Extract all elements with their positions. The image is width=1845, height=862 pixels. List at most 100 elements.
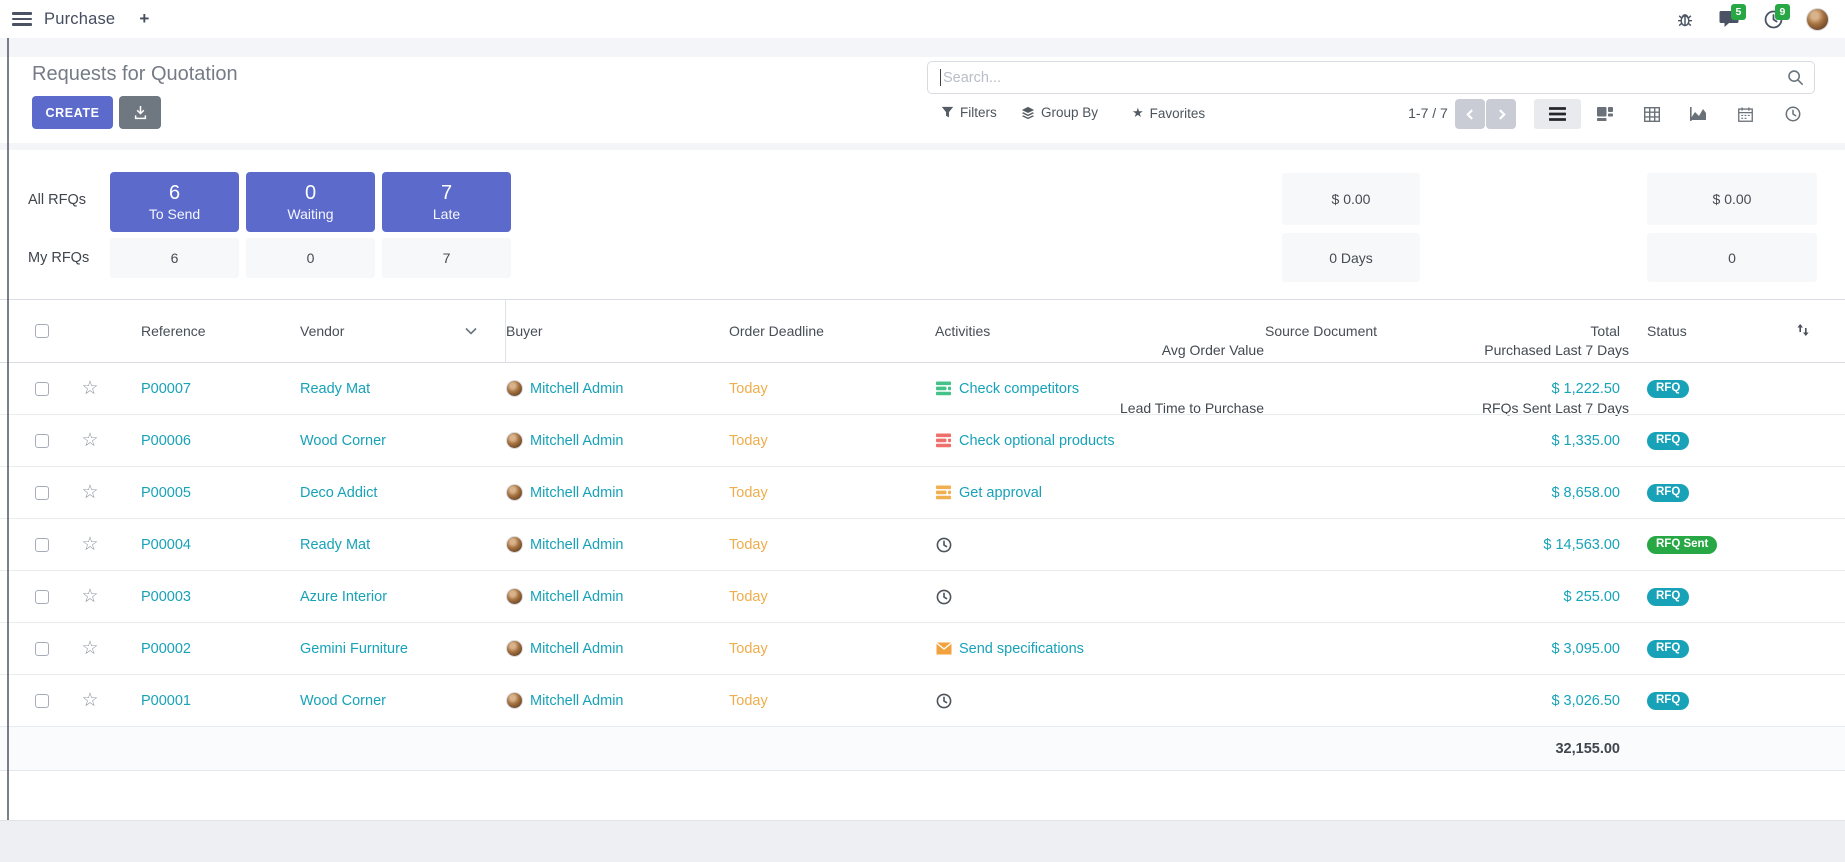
export-button[interactable] <box>119 96 161 129</box>
pager-range: 1-7 / 7 <box>1398 105 1458 121</box>
late-my-count[interactable]: 7 <box>382 238 511 278</box>
favorite-star-icon[interactable]: ☆ <box>81 534 98 555</box>
column-header-source-document[interactable]: Source Document <box>1265 323 1465 339</box>
row-checkbox[interactable] <box>35 538 49 552</box>
rfq-reference[interactable]: P00002 <box>114 641 300 657</box>
status-badge: RFQ <box>1647 588 1689 607</box>
row-checkbox[interactable] <box>35 590 49 604</box>
vendor-name[interactable]: Wood Corner <box>300 433 506 449</box>
clock-icon[interactable] <box>935 536 952 553</box>
favorite-star-icon[interactable]: ☆ <box>81 430 98 451</box>
apps-menu-icon[interactable] <box>12 12 32 26</box>
vendor-name[interactable]: Ready Mat <box>300 537 506 553</box>
pager-previous-button[interactable] <box>1455 99 1485 129</box>
table-row[interactable]: ☆ P00003 Azure Interior Mitchell Admin T… <box>0 571 1845 623</box>
debug-bug-icon[interactable] <box>1674 8 1696 30</box>
activities-clock-icon[interactable]: 9 <box>1762 8 1784 30</box>
rfq-reference[interactable]: P00003 <box>114 589 300 605</box>
buyer-name[interactable]: Mitchell Admin <box>530 693 623 709</box>
pivot-view-button[interactable] <box>1628 99 1675 129</box>
clock-icon[interactable] <box>935 692 952 709</box>
activity-view-button[interactable] <box>1769 99 1816 129</box>
vendor-name[interactable]: Azure Interior <box>300 589 506 605</box>
status-badge: RFQ Sent <box>1647 536 1717 555</box>
to-send-label: To Send <box>149 206 200 222</box>
favorite-star-icon[interactable]: ☆ <box>81 586 98 607</box>
user-avatar[interactable] <box>1806 8 1829 31</box>
add-window-icon[interactable]: + <box>139 9 149 29</box>
row-checkbox[interactable] <box>35 486 49 500</box>
buyer-name[interactable]: Mitchell Admin <box>530 485 623 501</box>
rfq-reference[interactable]: P00005 <box>114 485 300 501</box>
optional-columns-button[interactable] <box>1786 323 1845 340</box>
vendor-name[interactable]: Deco Addict <box>300 485 506 501</box>
vendor-name[interactable]: Gemini Furniture <box>300 641 506 657</box>
waiting-my-count[interactable]: 0 <box>246 238 375 278</box>
row-checkbox[interactable] <box>35 642 49 656</box>
status-badge: RFQ <box>1647 484 1689 503</box>
row-checkbox[interactable] <box>35 434 49 448</box>
list-icon[interactable] <box>935 484 952 501</box>
rfq-reference[interactable]: P00004 <box>114 537 300 553</box>
to-send-my-count[interactable]: 6 <box>110 238 239 278</box>
list-icon[interactable] <box>935 380 952 397</box>
table-row[interactable]: ☆ P00002 Gemini Furniture Mitchell Admin… <box>0 623 1845 675</box>
rfq-reference[interactable]: P00006 <box>114 433 300 449</box>
column-header-total[interactable]: Total <box>1465 323 1620 339</box>
column-header-activities[interactable]: Activities <box>935 323 1265 339</box>
buyer-name[interactable]: Mitchell Admin <box>530 381 623 397</box>
total-amount: $ 3,026.50 <box>1465 693 1620 709</box>
activity-label[interactable]: Check optional products <box>959 433 1115 449</box>
current-app-name[interactable]: Purchase <box>44 10 115 29</box>
buyer-name[interactable]: Mitchell Admin <box>530 589 623 605</box>
favorite-star-icon[interactable]: ☆ <box>81 638 98 659</box>
create-button[interactable]: CREATE <box>32 96 113 129</box>
list-icon[interactable] <box>935 432 952 449</box>
waiting-all-button[interactable]: 0 Waiting <box>246 172 375 232</box>
late-all-button[interactable]: 7 Late <box>382 172 511 232</box>
table-row[interactable]: ☆ P00005 Deco Addict Mitchell Admin Toda… <box>0 467 1845 519</box>
table-row[interactable]: ☆ P00007 Ready Mat Mitchell Admin Today … <box>0 363 1845 415</box>
total-amount: $ 14,563.00 <box>1465 537 1620 553</box>
rfq-reference[interactable]: P00007 <box>114 381 300 397</box>
buyer-name[interactable]: Mitchell Admin <box>530 641 623 657</box>
column-header-order-deadline[interactable]: Order Deadline <box>729 323 935 339</box>
activity-label[interactable]: Send specifications <box>959 641 1084 657</box>
column-header-status[interactable]: Status <box>1620 323 1786 339</box>
vendor-name[interactable]: Ready Mat <box>300 381 506 397</box>
clock-icon[interactable] <box>935 588 952 605</box>
select-all-checkbox[interactable] <box>35 324 49 338</box>
column-header-reference[interactable]: Reference <box>114 323 300 339</box>
column-header-buyer[interactable]: Buyer <box>506 323 729 339</box>
table-row[interactable]: ☆ P00006 Wood Corner Mitchell Admin Toda… <box>0 415 1845 467</box>
activity-label[interactable]: Check competitors <box>959 381 1079 397</box>
column-header-vendor[interactable]: Vendor <box>300 299 506 363</box>
messages-icon[interactable]: 5 <box>1718 8 1740 30</box>
activity-label[interactable]: Get approval <box>959 485 1042 501</box>
list-view-button[interactable] <box>1534 99 1581 129</box>
buyer-name[interactable]: Mitchell Admin <box>530 433 623 449</box>
search-input[interactable]: Search... <box>927 61 1815 94</box>
favorite-star-icon[interactable]: ☆ <box>81 690 98 711</box>
kanban-view-button[interactable] <box>1581 99 1628 129</box>
vendor-name[interactable]: Wood Corner <box>300 693 506 709</box>
favorite-star-icon[interactable]: ☆ <box>81 378 98 399</box>
search-icon[interactable] <box>1787 69 1804 86</box>
envelope-icon[interactable] <box>935 640 952 657</box>
list-view-icon <box>1549 107 1566 121</box>
filters-button[interactable]: Filters <box>941 105 997 120</box>
buyer-name[interactable]: Mitchell Admin <box>530 537 623 553</box>
calendar-view-button[interactable] <box>1722 99 1769 129</box>
table-row[interactable]: ☆ P00001 Wood Corner Mitchell Admin Toda… <box>0 675 1845 727</box>
pager-next-button[interactable] <box>1486 99 1516 129</box>
favorite-star-icon[interactable]: ☆ <box>81 482 98 503</box>
graph-view-button[interactable] <box>1675 99 1722 129</box>
row-checkbox[interactable] <box>35 382 49 396</box>
graph-view-icon <box>1690 107 1707 121</box>
group-by-button[interactable]: Group By <box>1021 105 1098 120</box>
row-checkbox[interactable] <box>35 694 49 708</box>
to-send-all-button[interactable]: 6 To Send <box>110 172 239 232</box>
rfq-reference[interactable]: P00001 <box>114 693 300 709</box>
favorites-button[interactable]: ★ Favorites <box>1132 105 1205 121</box>
table-row[interactable]: ☆ P00004 Ready Mat Mitchell Admin Today … <box>0 519 1845 571</box>
